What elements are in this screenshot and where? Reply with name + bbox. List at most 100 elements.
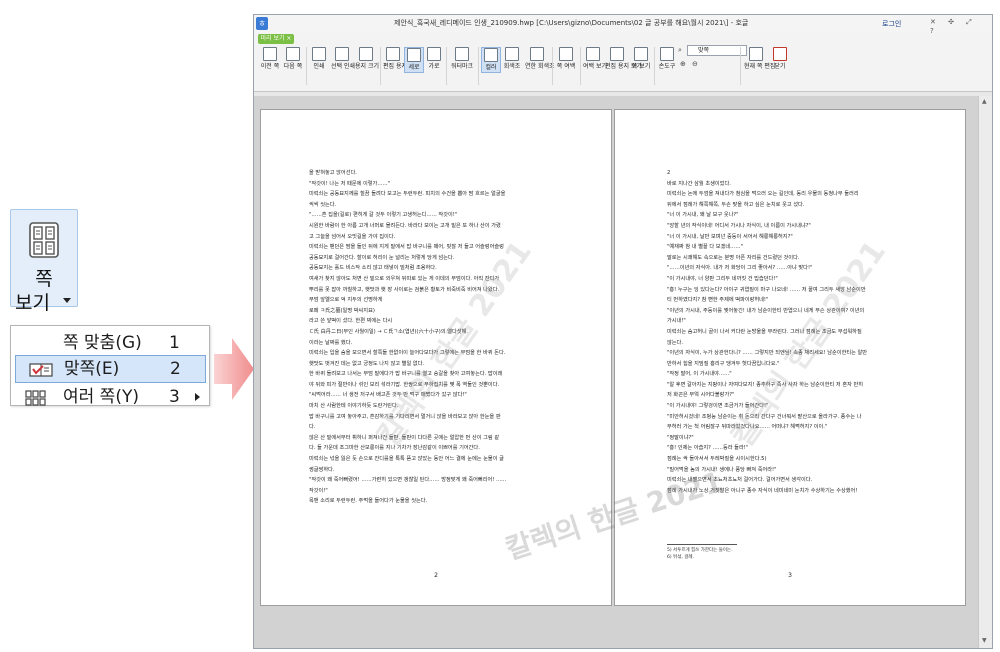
text-line: "작갓이! 나는 저 때문에 이렇가……" [309,180,391,187]
text-line: "미안허시겄네! 조벙능 남순이는 취 돈으리 간다구 건너뭐서 팥산으로 올라… [667,413,862,420]
text-line: 밥 바구니를 고여 놓아주고, 흔감하기를 기다리면서 멀거니 앉을 바라보고 … [309,413,501,420]
zoom-select[interactable]: 맞쪽 [687,45,747,56]
text-line: "앙할 년의 작식이네! 어디서 가시나 자식이, 내 이름이 가시내냐?" [667,222,811,229]
text-line: 로페 ㅋ氏之墓(일명 박씨지묘) [309,307,375,314]
edit-page-icon [749,47,763,61]
page-view-icon [634,47,648,61]
portrait-button[interactable]: 세로 [404,47,424,73]
text-line: 목맨 소리로 두런두런. 주먹을 들어다가 눈물을 씻는다. [309,498,428,505]
ribbon-divider [306,47,307,85]
scroll-up-arrow-icon[interactable]: ▲ [982,98,987,105]
margin-view-button[interactable]: 여백 보기 [583,47,607,71]
select-print-icon [335,47,349,61]
paper-size-button[interactable]: 용지 크기 [355,47,379,71]
hand-tool-button[interactable]: 손도구 [657,47,677,71]
text-line: 미럭쇠는 논에 두엄을 져내다가 첨심을 먹으러 오는 길인데, 동리 우물의 … [667,191,859,198]
page-number: 3 [788,572,792,579]
menu-item-label: 쪽 맞춤(G) [63,333,142,353]
title-bar: ㅎ 제안식_흑국새_레디메이드 인생_210909.hwp [C:\Users\… [254,15,992,35]
light-grayscale-icon [530,47,544,61]
text-line: "이 가시내야, 너 양판 그리두 네까짓 건 밉습던다!" [667,275,778,282]
page-number: 2 [434,572,438,579]
dropdown-caret-icon [63,298,71,303]
page-view-button[interactable]: 쪽 보기 [10,209,78,314]
gray-button[interactable]: 회색조 [501,47,523,71]
menu-item-label: 맞쪽(E) [64,359,120,379]
hand-icon [660,47,674,61]
menu-item-shortcut: 1 [169,333,180,353]
page-view-menu: 쪽 맞춤(G) 1 맞쪽(E) 2 여러 쪽(Y) 3 [10,325,210,407]
watermark-button[interactable]: 워터마크 [449,47,475,71]
edit-paper-view-button[interactable]: 편집 용지 보기 [605,47,642,71]
text-line: 고 그늘을 넘어서 오밋길을 가야 집이다. [309,233,396,240]
page-margin-icon [559,47,573,61]
text-line: "정말이냐?" [667,434,694,441]
next-page-button[interactable]: 다음 쪽 [283,47,303,71]
ruler [254,92,992,96]
text-line: "이 가시내야! 그렇겅이면 조금거가 들어간다!" [667,403,769,410]
close-preview-button[interactable]: 닫기 [772,47,788,71]
footnote: 5) 서투르게 힘쓰 가한다는 들이는. [667,548,733,553]
multiple-pages-icon [25,390,46,406]
page-view-ribbon-button[interactable]: 쪽 보기 [631,47,651,71]
footnote: 6) 뒤섞, 걸례. [667,555,694,560]
text-line: 을 받혀놓고 앉어선다. [309,170,357,176]
text-line: "너 이 가시내, 왜 날 보구 웃나?" [667,212,739,219]
text-line: 미럭쇠는 넋을 잃은 듯 손으로 잔디를을 톡톡 뜯고 앉았는 동안 어느 결에… [309,456,504,463]
next-page-icon [286,47,300,61]
ribbon-divider [552,47,553,85]
grayscale-icon [505,47,519,61]
text-line: 티 번하였다지? 참 뻔한 주제에 떡파이랑허네!" [667,297,769,304]
ribbon-divider [446,47,447,85]
edit-paper-icon [386,47,400,61]
select-print-button[interactable]: 선택 인쇄 [331,47,355,71]
zoom-icon: ⌕ [678,46,682,54]
current-page-edit-button[interactable]: 현재 쪽 편집 [744,47,775,71]
edit-paper-button[interactable]: 편집 용지 [383,47,407,71]
text-line: 무허러 가는 척 어림잖구 뒤따라갔겄다나요…… 어떠냐? 해쩍허지? 이이." [667,424,828,431]
menu-item-shortcut: 3 [169,387,180,407]
printer-icon [312,47,326,61]
right-arrow-icon [214,338,254,400]
text-line: "……흔 집을(길로) 편히게 갈 것두 이렇기 고생허는디…… 작갓이!" [309,212,458,219]
text-line: "흥! 인제는 아숩지? ……등라 들라!" [667,445,749,452]
watermark-icon [455,47,469,61]
menu-item-multiple-pages[interactable]: 여러 쪽(Y) 3 [11,384,209,410]
fade-button[interactable]: 연한 회색조 [525,47,555,71]
tab-preview[interactable]: 미리 보기 × [258,34,294,44]
zoom-out-icon[interactable]: ⊖ [692,60,698,68]
edit-paper-view-icon [610,47,624,61]
hwp-window: ㅎ 제안식_흑국새_레디메이드 인생_210909.hwp [C:\Users\… [253,14,993,649]
close-icon [773,47,787,61]
ribbon-divider [654,47,655,85]
ribbon-divider [380,47,381,85]
text-line: 다. 들 가운데 조그마한 산모롱이를 지나 기차가 장난감같이 이쁘어를 기어… [309,445,480,452]
text-line: "작갓이 왜 죽어뻐렸어! ……가련히 있으면 갱찮일 틴다…… 방정맞게 왜 … [309,477,507,484]
hwp-logo-icon: ㅎ [256,17,268,30]
preview-ribbon: 미리 보기 × 이전 쪽 다음 쪽 인쇄 선택 인쇄 용지 크기 편집 용지 세… [254,33,992,92]
portrait-icon [407,48,421,62]
color-button[interactable]: 컬러 [481,47,501,73]
landscape-button[interactable]: 가로 [425,47,443,71]
submenu-arrow-icon [195,393,200,401]
print-button[interactable]: 인쇄 [309,47,329,71]
ribbon-divider [740,47,741,85]
menu-item-fit-page[interactable]: 쪽 맞춤(G) 1 [11,330,209,356]
page-margin-button[interactable]: 쪽 여백 [555,47,577,71]
text-line: 시원한 바람이 한 아름 고개 너머로 몰려든다. 바라다 보이는 고개 밑은 … [309,222,501,229]
menu-item-shortcut: 2 [170,359,181,379]
menu-item-facing-pages[interactable]: 맞쪽(E) 2 [15,355,206,383]
page-view-icon [29,222,59,258]
text-line: "이년의 가시내, 주둥이를 찢어놓긴! 내가 남순이한티 반엽으니 네게 무슨… [667,307,865,314]
vertical-scrollbar[interactable] [978,96,992,648]
ribbon-divider [580,47,581,85]
zoom-in-icon[interactable]: ⊕ [680,60,686,68]
page-view-label-line2: 보기 [15,292,50,314]
margin-view-icon [586,47,600,61]
scroll-down-arrow-icon[interactable]: ▼ [982,637,987,644]
ribbon-divider [478,47,479,85]
menu-item-label: 여러 쪽(Y) [63,387,139,407]
window-title: 제안식_흑국새_레디메이드 인생_210909.hwp [C:\Users\gi… [394,19,749,27]
prev-page-button[interactable]: 이전 쪽 [260,47,280,71]
login-link[interactable]: 로그인 [882,19,901,29]
